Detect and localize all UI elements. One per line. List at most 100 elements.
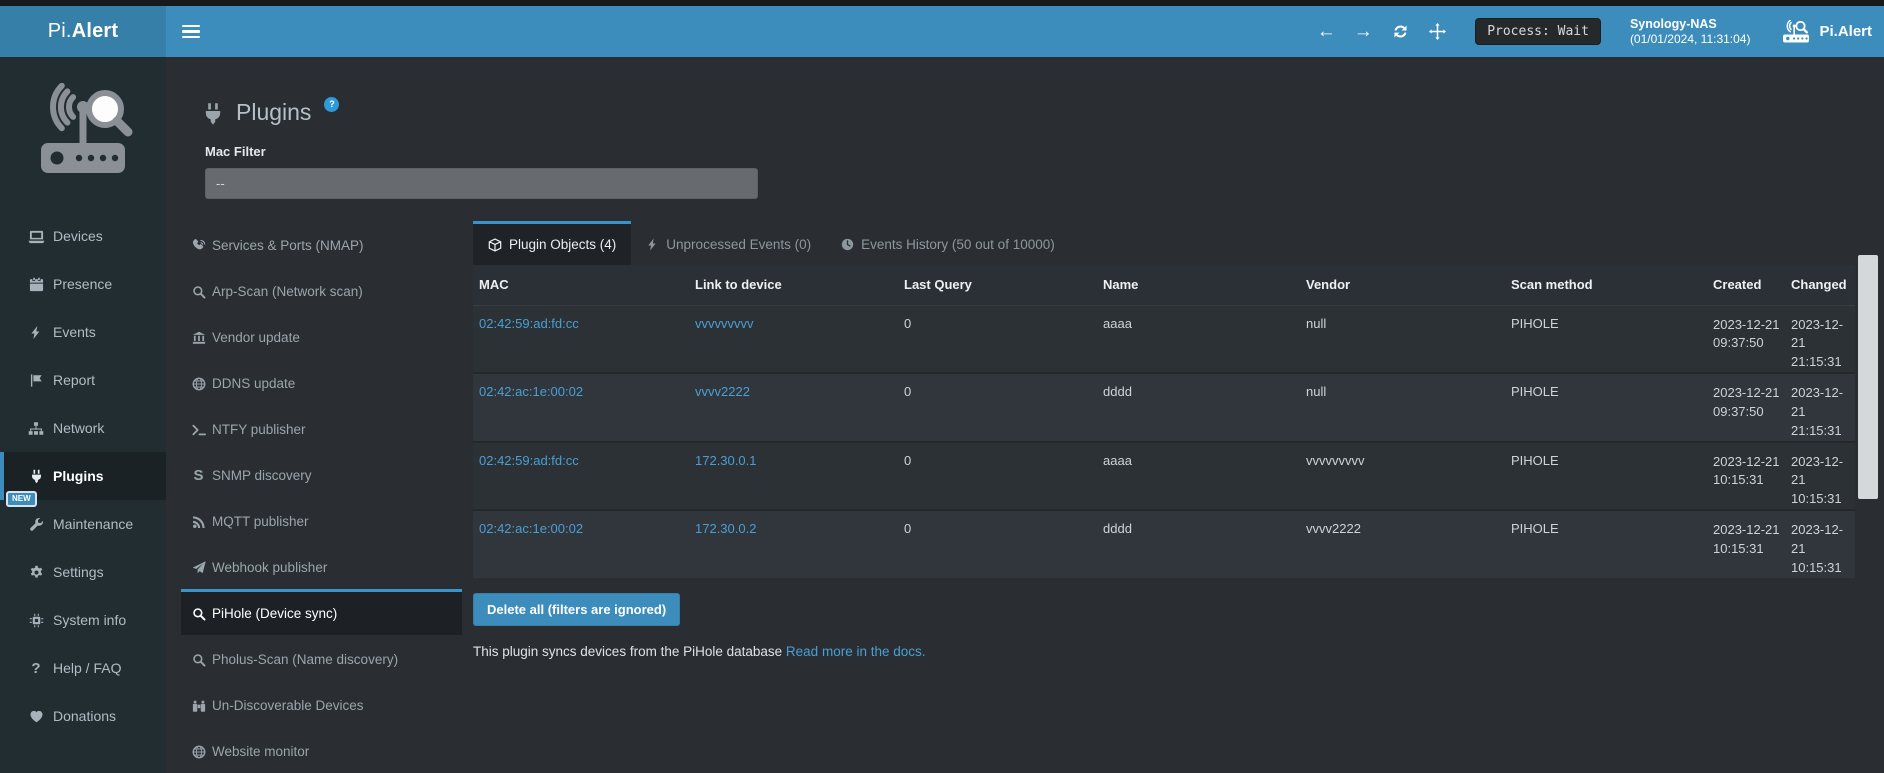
app-logo[interactable]: Pi.Alert	[0, 6, 166, 57]
col-header-scan-method[interactable]: Scan method	[1505, 265, 1707, 305]
sidebar-item-network[interactable]: Network	[0, 404, 166, 452]
col-header-created[interactable]: Created	[1707, 265, 1785, 305]
tab-label: Plugin Objects (4)	[509, 237, 616, 252]
sidebar-item-label: Report	[53, 372, 95, 388]
plugin-item-label: Pholus-Scan (Name discovery)	[212, 652, 398, 667]
move-icon[interactable]	[1428, 23, 1446, 41]
router-magnifier-logo-icon	[27, 83, 139, 187]
plugin-tab-panel: Plugin Objects (4) Unprocessed Events (0…	[473, 221, 1855, 659]
globe-icon	[190, 377, 207, 391]
plugin-item-arp-scan[interactable]: Arp-Scan (Network scan)	[181, 267, 462, 313]
new-badge: NEW	[6, 491, 37, 507]
refresh-icon[interactable]	[1391, 23, 1409, 41]
cube-icon	[488, 238, 502, 252]
col-header-name[interactable]: Name	[1097, 265, 1300, 305]
vendor-cell: vvvv2222	[1300, 510, 1505, 578]
sidebar-item-label: Network	[53, 420, 104, 436]
col-header-mac[interactable]: MAC	[473, 265, 689, 305]
plugin-item-label: Webhook publisher	[212, 560, 327, 575]
host-info: Synology-NAS (01/01/2024, 11:31:04)	[1630, 16, 1751, 48]
plugin-item-label: Vendor update	[212, 330, 300, 345]
sidebar-item-label: System info	[53, 612, 126, 628]
plugin-item-website-monitor[interactable]: Website monitor	[181, 727, 462, 773]
created-cell: 2023-12-21 10:15:31	[1707, 442, 1785, 511]
calendar-icon	[26, 277, 46, 292]
tab-unprocessed-events[interactable]: Unprocessed Events (0)	[631, 221, 826, 265]
sidebar-item-donations[interactable]: Donations	[0, 692, 166, 740]
mac-link[interactable]: 02:42:ac:1e:00:02	[479, 384, 583, 399]
sidebar-item-maintenance[interactable]: NEW Maintenance	[0, 500, 166, 548]
name-cell: aaaa	[1097, 305, 1300, 373]
plugin-item-label: SNMP discovery	[212, 468, 312, 483]
bolt-icon	[26, 325, 46, 340]
sidebar-item-devices[interactable]: Devices	[0, 212, 166, 260]
plugin-item-ntfy-publisher[interactable]: NTFY publisher	[181, 405, 462, 451]
plugin-item-snmp-discovery[interactable]: S SNMP discovery	[181, 451, 462, 497]
plugin-item-webhook-publisher[interactable]: Webhook publisher	[181, 543, 462, 589]
sidebar-item-settings[interactable]: Settings	[0, 548, 166, 596]
sidebar-menu: Devices Presence Events	[0, 212, 166, 740]
scan-method-cell: PIHOLE	[1505, 373, 1707, 442]
sidebar-item-help-faq[interactable]: ? Help / FAQ	[0, 644, 166, 692]
mac-link[interactable]: 02:42:ac:1e:00:02	[479, 521, 583, 536]
scan-method-cell: PIHOLE	[1505, 510, 1707, 578]
plugin-item-label: Un-Discoverable Devices	[212, 698, 364, 713]
last-query-cell: 0	[898, 442, 1097, 511]
brand-link[interactable]: Pi.Alert	[1781, 20, 1872, 43]
mac-link[interactable]: 02:42:59:ad:fd:cc	[479, 316, 579, 331]
read-more-link[interactable]: Read more in the docs.	[786, 644, 926, 659]
sidebar-item-label: Donations	[53, 708, 116, 724]
flag-icon	[26, 373, 46, 388]
scan-method-cell: PIHOLE	[1505, 442, 1707, 511]
device-link[interactable]: 172.30.0.2	[695, 521, 756, 536]
sidebar-toggle-icon[interactable]	[182, 22, 200, 42]
tab-events-history[interactable]: Events History (50 out of 10000)	[826, 221, 1070, 265]
delete-all-button[interactable]: Delete all (filters are ignored)	[473, 593, 680, 626]
vendor-cell: null	[1300, 373, 1505, 442]
bolt-icon	[646, 238, 659, 251]
mac-filter-input[interactable]	[205, 168, 758, 199]
plugin-item-ddns-update[interactable]: DDNS update	[181, 359, 462, 405]
plugin-item-un-discoverable-devices[interactable]: Un-Discoverable Devices	[181, 681, 462, 727]
wrench-icon	[26, 517, 46, 532]
table-row: 02:42:59:ad:fd:cc vvvvvvvvv 0 aaaa null …	[473, 305, 1855, 373]
last-query-cell: 0	[898, 510, 1097, 578]
sidebar-item-presence[interactable]: Presence	[0, 260, 166, 308]
created-cell: 2023-12-21 09:37:50	[1707, 305, 1785, 373]
plugin-item-label: MQTT publisher	[212, 514, 309, 529]
vendor-cell: null	[1300, 305, 1505, 373]
plugin-item-vendor-update[interactable]: Vendor update	[181, 313, 462, 359]
rss-icon	[190, 515, 207, 529]
process-status-badge: Process: Wait	[1475, 18, 1601, 45]
back-arrow-icon[interactable]: ←	[1317, 23, 1335, 41]
sidebar-item-events[interactable]: Events	[0, 308, 166, 356]
plugin-item-mqtt-publisher[interactable]: MQTT publisher	[181, 497, 462, 543]
table-scrollbar[interactable]	[1858, 255, 1878, 499]
plugin-note-text: This plugin syncs devices from the PiHol…	[473, 644, 782, 659]
magnifier-icon	[190, 607, 207, 621]
sidebar-item-system-info[interactable]: System info	[0, 596, 166, 644]
globe-icon	[190, 745, 207, 759]
tab-label: Events History (50 out of 10000)	[861, 237, 1055, 252]
sidebar-item-report[interactable]: Report	[0, 356, 166, 404]
plugin-item-services-ports-nmap[interactable]: Services & Ports (NMAP)	[181, 221, 462, 267]
tab-label: Unprocessed Events (0)	[666, 237, 811, 252]
device-link[interactable]: vvvvvvvvv	[695, 316, 754, 331]
device-link[interactable]: vvvv2222	[695, 384, 750, 399]
tab-plugin-objects[interactable]: Plugin Objects (4)	[473, 221, 631, 265]
router-icon	[1781, 20, 1811, 43]
paper-plane-icon	[190, 561, 207, 575]
plug-icon	[201, 102, 225, 131]
mac-link[interactable]: 02:42:59:ad:fd:cc	[479, 453, 579, 468]
table-row: 02:42:ac:1e:00:02 172.30.0.2 0 dddd vvvv…	[473, 510, 1855, 578]
forward-arrow-icon[interactable]: →	[1354, 23, 1372, 41]
plugin-item-pihole-device-sync[interactable]: PiHole (Device sync)	[181, 589, 462, 635]
col-header-last-query[interactable]: Last Query	[898, 265, 1097, 305]
device-link[interactable]: 172.30.0.1	[695, 453, 756, 468]
plugin-item-pholus-scan[interactable]: Pholus-Scan (Name discovery)	[181, 635, 462, 681]
help-badge[interactable]: ?	[324, 97, 339, 112]
col-header-link-to-device[interactable]: Link to device	[689, 265, 898, 305]
col-header-changed[interactable]: Changed	[1785, 265, 1855, 305]
plugin-item-label: PiHole (Device sync)	[212, 606, 337, 621]
col-header-vendor[interactable]: Vendor	[1300, 265, 1505, 305]
